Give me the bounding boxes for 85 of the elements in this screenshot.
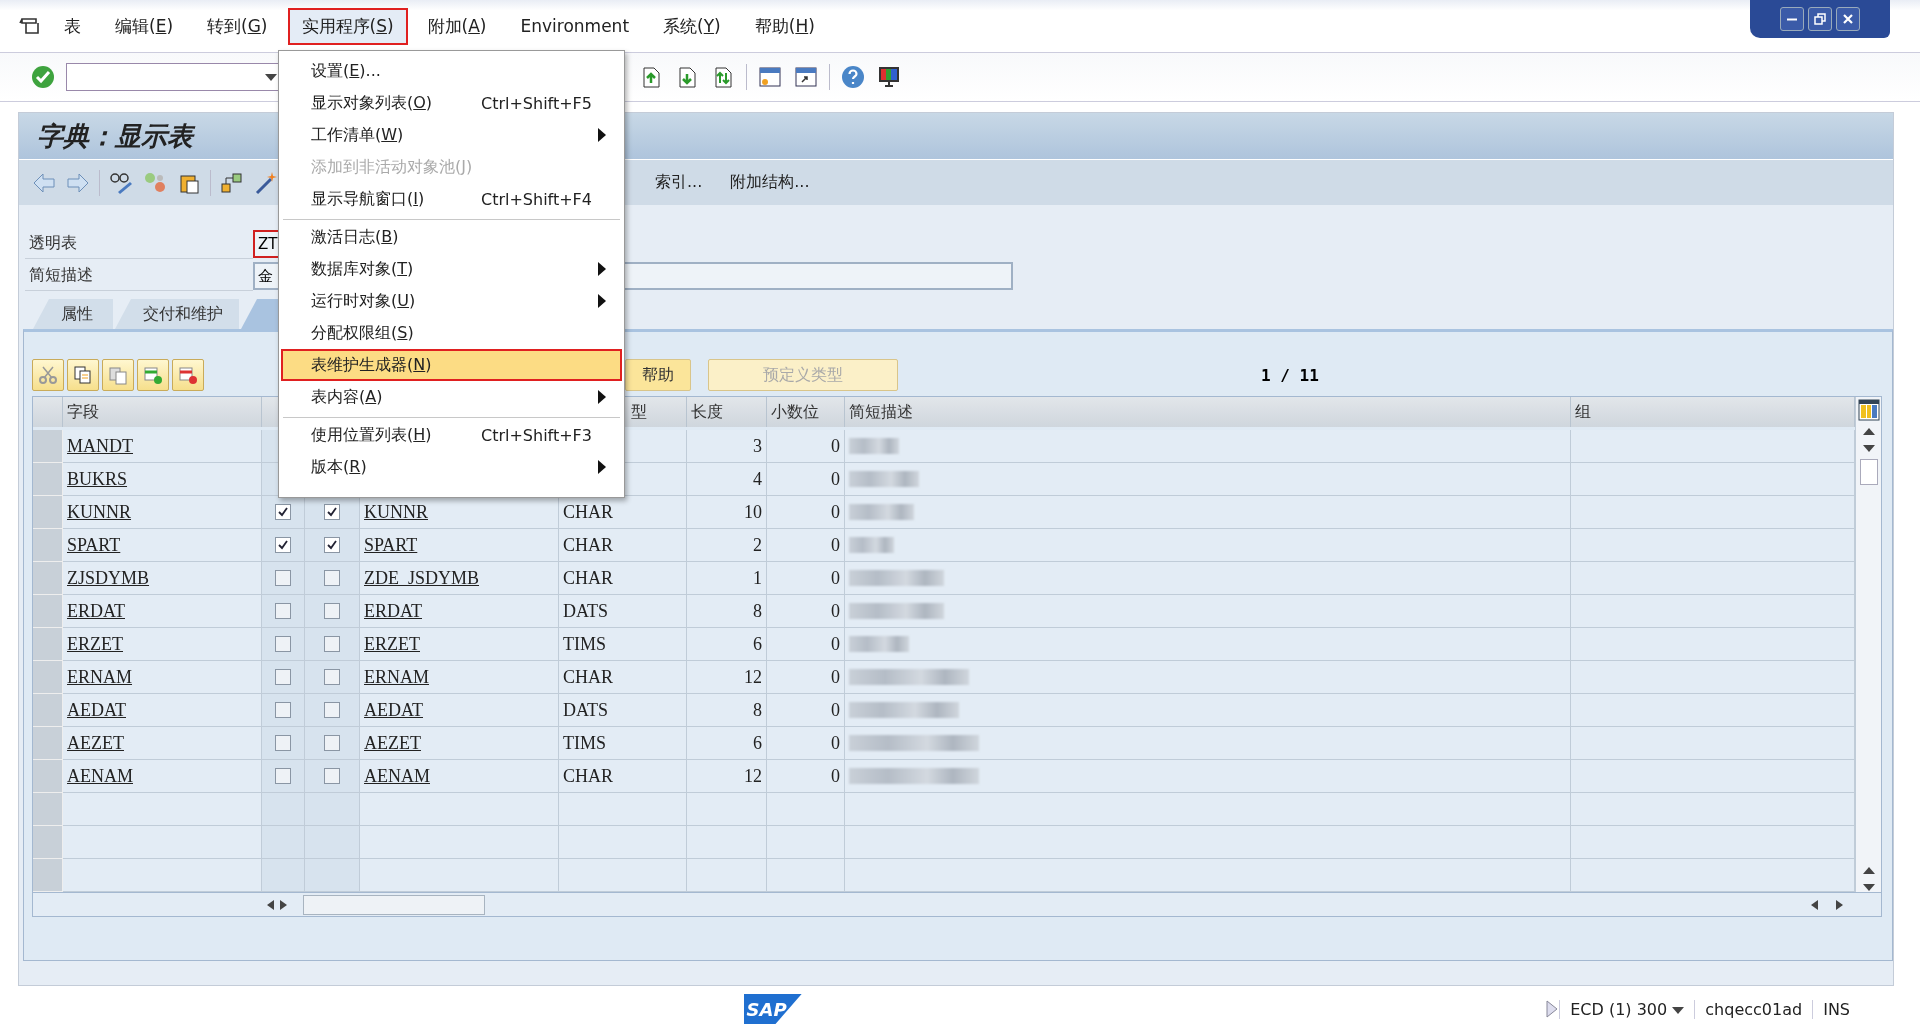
table-cell: 0	[767, 760, 845, 793]
menu-item[interactable]: 编辑(E)	[101, 7, 188, 45]
table-cell: 12	[687, 760, 767, 793]
table-cell: TIMS	[559, 628, 687, 661]
data-element-link[interactable]: SPART	[364, 534, 418, 556]
field-link[interactable]: AEDAT	[67, 699, 126, 721]
menu-item[interactable]: 转到(G)	[193, 7, 282, 45]
menu-item[interactable]: 系统(Y)	[649, 7, 735, 45]
page-counter: 1 / 11	[1261, 365, 1319, 385]
toolbar-button[interactable]: 帮助	[625, 359, 691, 391]
column-header[interactable]: 小数位	[767, 397, 845, 427]
column-header[interactable]: 长度	[687, 397, 767, 427]
table-cell: 8	[687, 694, 767, 727]
data-element-link[interactable]: ERDAT	[364, 600, 422, 622]
field-link[interactable]: MANDT	[67, 435, 133, 457]
data-element-link[interactable]: KUNNR	[364, 501, 428, 523]
menu-option[interactable]: 表内容(A)	[281, 381, 622, 413]
field-link[interactable]: BUKRS	[67, 468, 128, 490]
tab[interactable]: 交付和维护	[115, 299, 239, 329]
menu-option[interactable]: 分配权限组(S)	[281, 317, 622, 349]
field-link[interactable]: ERNAM	[67, 666, 132, 688]
table-cell: 0	[767, 562, 845, 595]
field-link[interactable]: ERZET	[67, 633, 123, 655]
table-cell: 8	[687, 595, 767, 628]
column-header[interactable]: 字段	[63, 397, 262, 427]
data-element-link[interactable]: ERNAM	[364, 666, 429, 688]
data-element-link[interactable]: ZDE_JSDYMB	[364, 567, 479, 589]
table-cell: 0	[767, 628, 845, 661]
menu-item[interactable]: 实用程序(S)	[287, 7, 408, 45]
table-cell: 6	[687, 727, 767, 760]
field-link[interactable]: SPART	[67, 534, 121, 556]
data-element-link[interactable]: AEZET	[364, 732, 421, 754]
toolbar-button[interactable]: 附加结构...	[730, 172, 810, 193]
input-mode[interactable]: INS	[1812, 999, 1860, 1019]
toolbar-button[interactable]: 索引...	[655, 172, 703, 193]
field-link[interactable]: AENAM	[67, 765, 133, 787]
table-cell: DATS	[559, 694, 687, 727]
menu-option[interactable]: 工作清单(W)	[281, 119, 622, 151]
menu-item[interactable]: 附加(A)	[413, 7, 501, 45]
table-cell: TIMS	[559, 727, 687, 760]
column-header[interactable]: 简短描述	[845, 397, 1571, 427]
table-cell: CHAR	[559, 496, 687, 529]
menu-option[interactable]: 显示导航窗口(I) Ctrl+Shift+F4	[281, 183, 622, 215]
table-cell: 12	[687, 661, 767, 694]
shortcut-text: Ctrl+Shift+F5	[480, 93, 592, 113]
menu-item[interactable]: 帮助(H)	[740, 7, 829, 45]
menu-option[interactable]: 表维护生成器(N)	[281, 349, 622, 381]
table-cell: CHAR	[559, 661, 687, 694]
field-link[interactable]: ZJSDYMB	[67, 567, 150, 589]
shortcut-text: Ctrl+Shift+F3	[480, 425, 592, 445]
table-cell: CHAR	[559, 562, 687, 595]
table-cell: CHAR	[559, 529, 687, 562]
shortcut-text: Ctrl+Shift+F4	[480, 189, 592, 209]
table-cell: 0	[767, 727, 845, 760]
menu-item[interactable]: 表	[50, 7, 95, 45]
table-cell: 6	[687, 628, 767, 661]
tab[interactable]: 属性	[33, 299, 113, 329]
server-name: chqecc01ad	[1694, 999, 1813, 1019]
table-cell: 0	[767, 529, 845, 562]
table-cell: 2	[687, 529, 767, 562]
data-element-link[interactable]: AEDAT	[364, 699, 423, 721]
table-cell: 4	[687, 463, 767, 496]
table-cell: 0	[767, 595, 845, 628]
table-cell: 0	[767, 496, 845, 529]
menu-option[interactable]: 设置(E)...	[281, 55, 622, 87]
table-cell: 3	[687, 430, 767, 463]
system-info[interactable]: ECD (1) 300	[1559, 999, 1695, 1019]
table-cell: 0	[767, 694, 845, 727]
field-link[interactable]: KUNNR	[67, 501, 131, 523]
table-cell: 0	[767, 661, 845, 694]
menu-option[interactable]: 版本(R)	[281, 451, 622, 483]
sap-logo: SAP	[743, 994, 802, 1024]
table-cell: 0	[767, 463, 845, 496]
table-cell: 1	[687, 562, 767, 595]
column-header[interactable]: 组	[1571, 397, 1855, 427]
field-link[interactable]: AEZET	[67, 732, 124, 754]
table-cell: 0	[767, 430, 845, 463]
data-element-link[interactable]: AENAM	[364, 765, 430, 787]
table-cell: 10	[687, 496, 767, 529]
menu-option[interactable]: 显示对象列表(O) Ctrl+Shift+F5	[281, 87, 622, 119]
table-cell: CHAR	[559, 760, 687, 793]
table-cell: DATS	[559, 595, 687, 628]
menu-item[interactable]: Environment	[506, 9, 644, 43]
field-link[interactable]: ERDAT	[67, 600, 125, 622]
data-element-link[interactable]: ERZET	[364, 633, 420, 655]
